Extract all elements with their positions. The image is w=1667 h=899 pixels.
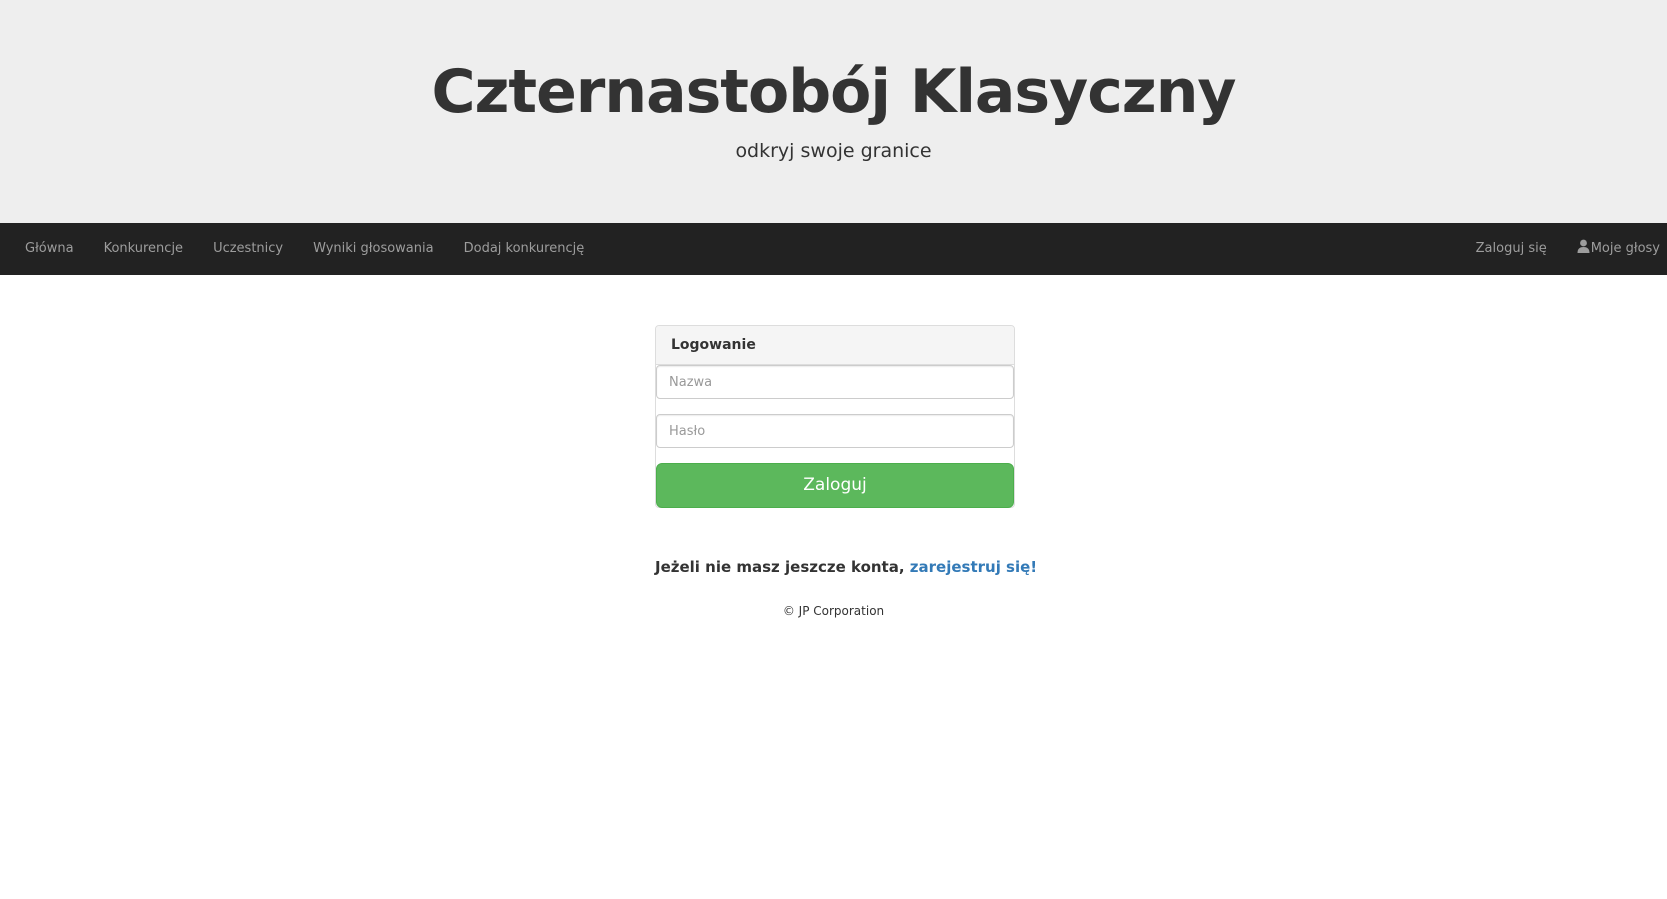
site-subtitle: odkryj swoje granice xyxy=(735,140,932,162)
login-panel-heading: Logowanie xyxy=(656,326,1014,365)
my-votes-label: Moje głosy xyxy=(1590,241,1660,256)
navbar-left-menu: Główna Konkurencje Uczestnicy Wyniki gło… xyxy=(10,223,599,275)
site-title: Czternastobój Klasyczny xyxy=(431,57,1236,127)
login-panel: Logowanie Zaloguj xyxy=(655,325,1015,508)
header-jumbotron: Czternastobój Klasyczny odkryj swoje gra… xyxy=(0,0,1667,223)
username-input[interactable] xyxy=(656,365,1014,399)
register-link[interactable]: zarejestruj się! xyxy=(910,558,1037,576)
footer-copyright: © JP Corporation xyxy=(782,604,885,618)
nav-item-uczestnicy[interactable]: Uczestnicy xyxy=(198,223,298,275)
register-prompt: Jeżeli nie masz jeszcze konta, zarejestr… xyxy=(655,555,1075,580)
main-navbar: Główna Konkurencje Uczestnicy Wyniki gło… xyxy=(0,223,1667,275)
navbar-right-menu: Zaloguj się Moje głosy xyxy=(1461,223,1667,275)
nav-item-wyniki-glosowania[interactable]: Wyniki głosowania xyxy=(298,223,449,275)
nav-item-konkurencje[interactable]: Konkurencje xyxy=(89,223,199,275)
password-input[interactable] xyxy=(656,414,1014,448)
login-button[interactable]: Zaloguj xyxy=(656,463,1014,508)
nav-item-my-votes[interactable]: Moje głosy xyxy=(1562,223,1667,275)
nav-item-login[interactable]: Zaloguj się xyxy=(1461,223,1562,275)
user-icon xyxy=(1577,239,1590,253)
register-prompt-text: Jeżeli nie masz jeszcze konta, xyxy=(655,558,910,576)
nav-item-glowna[interactable]: Główna xyxy=(10,223,89,275)
nav-item-dodaj-konkurencje[interactable]: Dodaj konkurencję xyxy=(449,223,600,275)
